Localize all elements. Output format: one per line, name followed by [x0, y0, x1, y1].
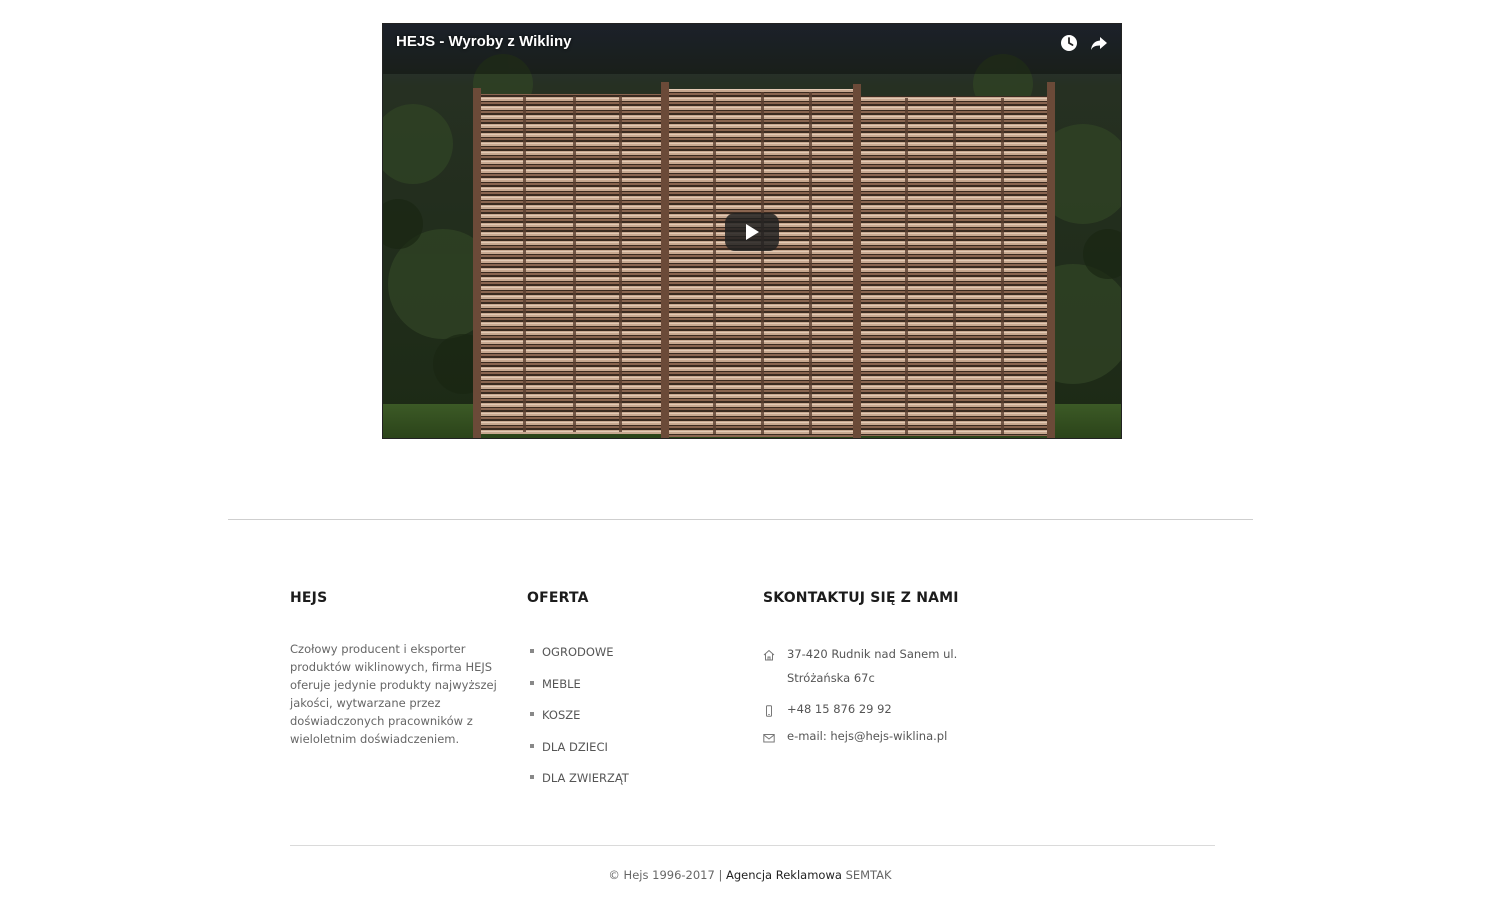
offer-item-meble[interactable]: MEBLE — [530, 677, 629, 709]
copyright-text: © Hejs 1996-2017 | — [608, 868, 723, 882]
play-button[interactable] — [725, 213, 779, 251]
home-icon — [763, 649, 775, 661]
offer-link[interactable]: OGRODOWE — [542, 645, 614, 659]
offer-title: OFERTA — [527, 590, 589, 606]
contact-title: SKONTAKTUJ SIĘ Z NAMI — [763, 590, 959, 606]
phone-icon — [766, 705, 772, 717]
bullet-icon — [530, 680, 534, 685]
share-icon[interactable] — [1089, 33, 1109, 53]
offer-item-dla-zwierzat[interactable]: DLA ZWIERZĄT — [530, 771, 629, 803]
offer-item-ogrodowe[interactable]: OGRODOWE — [530, 645, 629, 677]
video-title[interactable]: HEJS - Wyroby z Wikliny — [396, 33, 571, 50]
contact-email: e-mail: hejs@hejs-wiklina.pl — [763, 729, 957, 744]
address-line-2: Stróżańska 67c — [787, 670, 875, 685]
bullet-icon — [530, 649, 534, 653]
offer-link[interactable]: DLA DZIECI — [542, 740, 608, 754]
contact-address: 37-420 Rudnik nad Sanem ul. Stróżańska 6… — [763, 646, 957, 690]
contact-phone: +48 15 876 29 92 — [763, 702, 957, 717]
bullet-icon — [530, 775, 534, 779]
contact-block: 37-420 Rudnik nad Sanem ul. Stróżańska 6… — [763, 646, 957, 756]
section-divider — [228, 519, 1253, 520]
agency-link[interactable]: SEMTAK — [846, 868, 892, 882]
bullet-icon — [530, 743, 534, 748]
phone-number[interactable]: +48 15 876 29 92 — [787, 702, 892, 716]
bullet-icon — [530, 712, 534, 716]
address-line-1: 37-420 Rudnik nad Sanem ul. — [787, 647, 958, 661]
video-player[interactable]: HEJS - Wyroby z Wikliny — [382, 23, 1122, 439]
copyright: © Hejs 1996-2017 | Agencja Reklamowa SEM… — [0, 868, 1500, 882]
offer-link[interactable]: DLA ZWIERZĄT — [542, 771, 629, 785]
offer-link[interactable]: MEBLE — [542, 677, 581, 691]
offer-item-dla-dzieci[interactable]: DLA DZIECI — [530, 740, 629, 772]
about-text: Czołowy producent i eksporter produktów … — [290, 642, 497, 746]
offer-link[interactable]: KOSZE — [542, 708, 580, 722]
video-top-controls — [1059, 33, 1109, 53]
about-title: HEJS — [290, 590, 328, 606]
agency-label: Agencja Reklamowa — [726, 868, 842, 882]
play-icon — [746, 224, 759, 240]
offer-list: OGRODOWE MEBLE KOSZE DLA DZIECI DLA ZWIE… — [530, 645, 629, 803]
offer-item-kosze[interactable]: KOSZE — [530, 708, 629, 740]
watch-later-icon[interactable] — [1059, 33, 1079, 53]
footer-divider — [290, 845, 1215, 846]
page: HEJS - Wyroby z Wikliny HEJS Czołowy pro… — [0, 0, 1500, 901]
envelope-icon — [763, 734, 775, 743]
email-address[interactable]: e-mail: hejs@hejs-wiklina.pl — [787, 729, 947, 743]
